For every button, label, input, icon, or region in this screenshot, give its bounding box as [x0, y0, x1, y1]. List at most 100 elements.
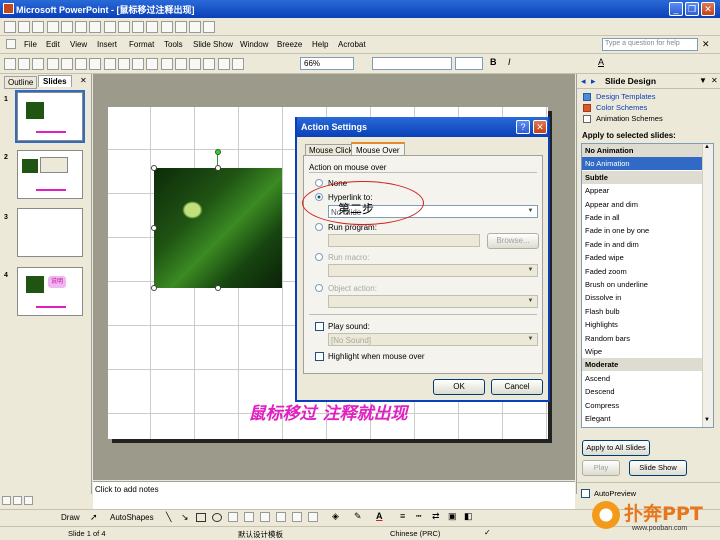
animation-option[interactable]: Dissolve in [582, 291, 702, 304]
line-icon[interactable]: ╲ [166, 512, 171, 523]
line-style-icon[interactable]: ≡ [400, 511, 405, 521]
font-select[interactable] [372, 57, 452, 70]
animation-option[interactable]: Fade in all [582, 211, 702, 224]
toolbar-icon[interactable] [89, 21, 102, 33]
design-templates-link[interactable]: Design Templates [596, 92, 655, 101]
fill-color-icon[interactable]: ◈ [332, 511, 339, 522]
cut-icon[interactable] [75, 58, 88, 70]
resize-handle[interactable] [151, 285, 157, 291]
apply-to-all-slides-button[interactable]: Apply to All Slides [582, 440, 650, 456]
toolbar-icon[interactable] [32, 21, 45, 33]
scroll-down-icon[interactable]: ▼ [704, 417, 710, 423]
draw-menu[interactable]: Draw [61, 513, 80, 522]
format-painter-icon[interactable] [117, 58, 130, 70]
toolbar-icon[interactable] [4, 21, 16, 33]
oval-icon[interactable] [212, 513, 222, 522]
toolbar-icon[interactable] [160, 21, 173, 33]
animation-option[interactable]: Fade in one by one [582, 224, 702, 237]
back-icon[interactable]: ◂ [581, 76, 586, 87]
line-color-icon[interactable]: ✎ [354, 511, 362, 522]
object-action-select[interactable]: ▼ [328, 295, 538, 308]
toolbar-icon[interactable] [117, 21, 130, 33]
arrow-style-icon[interactable]: ⇄ [432, 511, 440, 522]
diagram-icon[interactable] [260, 512, 270, 522]
slide-thumbnail-2[interactable] [17, 150, 83, 199]
autopreview-checkbox[interactable] [581, 489, 590, 498]
paste-icon[interactable] [103, 58, 116, 70]
grid-icon[interactable] [231, 58, 244, 70]
dash-style-icon[interactable]: ┅ [416, 511, 421, 522]
open-icon[interactable] [18, 58, 31, 70]
run-macro-select[interactable]: ▼ [328, 264, 538, 277]
browse-button[interactable]: Browse... [487, 233, 539, 249]
dropdown-arrow-icon[interactable]: ▼ [525, 207, 536, 216]
slide-thumbnail-4[interactable]: 说明 [17, 267, 83, 316]
animation-schemes-link[interactable]: Animation Schemes [596, 114, 663, 123]
close-pane-icon[interactable]: ✕ [80, 76, 87, 85]
mantis-picture[interactable] [154, 168, 282, 288]
close-document-icon[interactable]: ✕ [702, 39, 710, 50]
dropdown-arrow-icon[interactable]: ▼ [525, 266, 536, 275]
run-program-field[interactable] [328, 234, 480, 247]
sound-select[interactable]: [No Sound] ▼ [328, 333, 538, 346]
slide-thumbnail-1[interactable] [15, 90, 85, 143]
task-pane-menu-icon[interactable]: ▼ [699, 76, 707, 85]
animation-list-scrollbar[interactable]: ▲ ▼ [702, 144, 713, 427]
italic-icon[interactable]: I [508, 57, 511, 67]
preview-icon[interactable] [60, 58, 73, 70]
animation-option[interactable]: Appear [582, 184, 702, 197]
menu-help[interactable]: Help [312, 40, 328, 49]
slide-show-button[interactable]: Slide Show [629, 460, 687, 476]
toolbar-icon[interactable] [75, 21, 88, 33]
radio-object-action[interactable] [315, 284, 323, 292]
menu-breeze[interactable]: Breeze [277, 40, 302, 49]
insert-picture-icon[interactable] [308, 512, 318, 522]
copy-icon[interactable] [89, 58, 102, 70]
menu-edit[interactable]: Edit [46, 40, 60, 49]
bold-icon[interactable]: B [490, 57, 497, 67]
radio-run-program[interactable] [315, 223, 323, 231]
menu-window[interactable]: Window [240, 40, 268, 49]
picture-icon[interactable] [292, 512, 302, 522]
undo-icon[interactable] [132, 58, 145, 70]
font-color-icon[interactable]: A [598, 57, 604, 67]
toolbar-icon[interactable] [60, 21, 73, 33]
chart-icon[interactable] [160, 58, 173, 70]
normal-view-icon[interactable] [2, 496, 11, 505]
notes-pane[interactable]: Click to add notes [93, 481, 575, 509]
toolbar-icon[interactable] [146, 21, 159, 33]
save-icon[interactable] [32, 58, 45, 70]
minimize-button[interactable]: _ [669, 2, 683, 16]
expand-icon[interactable] [217, 58, 230, 70]
print-icon[interactable] [46, 58, 59, 70]
toolbar-icon[interactable] [203, 21, 216, 33]
new-icon[interactable] [4, 58, 16, 70]
hyperlink-icon[interactable] [203, 58, 216, 70]
menu-view[interactable]: View [70, 40, 87, 49]
dropdown-arrow-icon[interactable]: ▼ [525, 297, 536, 306]
redo-icon[interactable] [146, 58, 159, 70]
menu-file[interactable]: File [24, 40, 37, 49]
shadow-icon[interactable]: ▣ [448, 511, 457, 522]
toolbar-icon[interactable] [174, 21, 187, 33]
animation-option[interactable]: Elegant [582, 412, 702, 425]
rectangle-icon[interactable] [196, 513, 206, 522]
slideshow-view-icon[interactable] [24, 496, 33, 505]
toolbar-icon[interactable] [132, 21, 145, 33]
slide-thumbnail-3[interactable] [17, 208, 83, 257]
animation-option[interactable]: No Animation [582, 157, 702, 171]
close-button[interactable]: ✕ [701, 2, 715, 16]
animation-option[interactable]: Highlights [582, 318, 702, 331]
arrow-icon[interactable]: ↘ [181, 512, 189, 523]
resize-handle[interactable] [151, 165, 157, 171]
select-arrow-icon[interactable]: ➚ [90, 512, 98, 523]
animation-list[interactable]: No Animation No Animation Subtle Appear Appe… [581, 143, 714, 428]
slide-caption[interactable]: 鼠标移过 注释就出现 [108, 399, 548, 424]
dialog-close-button[interactable]: ✕ [533, 120, 547, 134]
toolbar-icon[interactable] [46, 21, 59, 33]
animation-option[interactable]: Flash bulb [582, 305, 702, 318]
animation-option[interactable]: Ascend [582, 372, 702, 385]
sorter-view-icon[interactable] [13, 496, 22, 505]
help-question-input[interactable]: Type a question for help [602, 38, 698, 51]
radio-run-macro[interactable] [315, 253, 323, 261]
